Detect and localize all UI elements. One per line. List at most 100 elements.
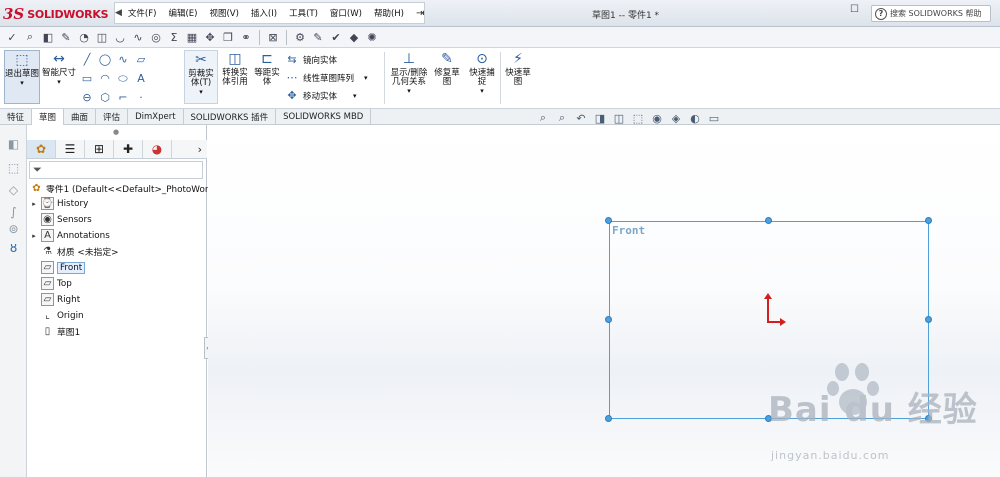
- tab-features[interactable]: 特征: [0, 109, 33, 125]
- menu-edit[interactable]: 编辑(E): [162, 7, 203, 19]
- dimension-icon[interactable]: ◎: [148, 29, 164, 45]
- zoom-to-fit-icon[interactable]: ⌕: [536, 111, 550, 125]
- fillet-icon[interactable]: ⌐: [114, 88, 132, 107]
- tab-sketch[interactable]: 草图: [32, 109, 65, 125]
- pin-menu-icon[interactable]: ⇥: [410, 8, 430, 19]
- help-search-box[interactable]: ? 搜索 SOLIDWORKS 帮助: [871, 5, 991, 22]
- menu-view[interactable]: 视图(V): [203, 7, 244, 19]
- check-sketch-icon[interactable]: ✎: [310, 29, 326, 45]
- arc-icon[interactable]: ◠: [96, 69, 114, 88]
- graphics-viewport[interactable]: ⌕ ⌕ ↶ ◨ ◫ ⬚ ◉ ◈ ◐ ▭ Front Bai du 经验 jing…: [208, 111, 1000, 477]
- section-view-icon[interactable]: ◨: [593, 111, 607, 125]
- slot-icon[interactable]: ⊖: [78, 88, 96, 107]
- color-icon[interactable]: ◆: [346, 29, 362, 45]
- sketch-tree-icon[interactable]: ȣ: [6, 240, 21, 255]
- ellipse-icon[interactable]: ⬭: [114, 69, 132, 88]
- tree-root[interactable]: ✿ 零件1 (Default<<Default>_PhotoWork: [30, 181, 213, 196]
- tree-filter[interactable]: ⏷: [29, 161, 203, 179]
- surface-icon[interactable]: ◇: [6, 182, 21, 197]
- ok-icon[interactable]: ✔: [328, 29, 344, 45]
- solid-body-icon[interactable]: ⬚: [6, 160, 21, 175]
- display-manager-tab-icon[interactable]: ◕: [143, 140, 172, 158]
- polygon-icon[interactable]: ⬡: [96, 88, 114, 107]
- tab-mbd[interactable]: SOLIDWORKS MBD: [276, 109, 372, 125]
- trim-entities-button[interactable]: ✂ 剪裁实体(T) ▾: [184, 50, 218, 104]
- display-style-icon[interactable]: ⬚: [631, 111, 645, 125]
- rapid-sketch-button[interactable]: ⚡ 快速草图: [503, 50, 533, 87]
- tab-dimxpert[interactable]: DimXpert: [128, 109, 184, 125]
- tree-item-history[interactable]: ▸ ⌚ History: [30, 196, 88, 211]
- layer-icon[interactable]: ▦: [184, 29, 200, 45]
- sketch-edit-icon[interactable]: ✎: [58, 29, 74, 45]
- menu-insert[interactable]: 插入(I): [245, 7, 283, 19]
- curve-icon[interactable]: ∫: [6, 204, 21, 219]
- zoom-to-area-icon[interactable]: ⌕: [555, 111, 569, 125]
- tree-item-sketch1[interactable]: ▯ 草图1: [30, 324, 80, 339]
- menu-collapse-icon[interactable]: ◀: [115, 8, 122, 18]
- circle-icon[interactable]: ◯: [96, 50, 114, 69]
- part-icon[interactable]: ◧: [6, 136, 21, 151]
- spline-icon[interactable]: ∿: [114, 50, 132, 69]
- expand-icon[interactable]: ▸: [30, 200, 38, 208]
- sketch-chamfer-icon[interactable]: ◫: [94, 29, 110, 45]
- curve-icon[interactable]: ◡: [112, 29, 128, 45]
- previous-view-icon[interactable]: ↶: [574, 111, 588, 125]
- tree-item-material[interactable]: ⚗ 材质 <未指定>: [30, 244, 119, 259]
- menu-tools[interactable]: 工具(T): [283, 7, 324, 19]
- move-entities-button[interactable]: ✥ 移动实体 ▾: [285, 89, 356, 102]
- tab-addins[interactable]: SOLIDWORKS 插件: [184, 109, 277, 125]
- smart-dimension-button[interactable]: ↔ 智能尺寸 ▾: [42, 50, 76, 87]
- tree-item-origin[interactable]: ⌞ Origin: [30, 308, 83, 323]
- menu-file[interactable]: 文件(F): [122, 7, 163, 19]
- panel-more-icon[interactable]: ›: [198, 143, 207, 156]
- sketch-point[interactable]: [605, 415, 612, 422]
- account-icon[interactable]: ☐: [850, 4, 862, 18]
- menu-window[interactable]: 窗口(W): [324, 7, 368, 19]
- view-settings-icon[interactable]: ▭: [707, 111, 721, 125]
- view-orientation-icon[interactable]: ◫: [612, 111, 626, 125]
- measure-icon[interactable]: ◔: [76, 29, 92, 45]
- tree-item-front-plane[interactable]: ▱ Front: [30, 260, 86, 275]
- rectangle-icon[interactable]: ▭: [78, 69, 96, 88]
- tab-evaluate[interactable]: 评估: [96, 109, 129, 125]
- display-relations-button[interactable]: ⊥ 显示/删除几何关系 ▾: [388, 50, 430, 96]
- feature-tree-tab-icon[interactable]: ✿: [27, 140, 56, 158]
- text-icon[interactable]: A: [132, 69, 150, 88]
- solidworks-logo[interactable]: 3S SOLIDWORKS: [3, 3, 115, 25]
- convert-entities-button[interactable]: ◫ 转换实体引用: [219, 50, 251, 87]
- panel-grip-icon[interactable]: ●: [113, 128, 119, 136]
- tab-surfaces[interactable]: 曲面: [64, 109, 97, 125]
- plane-icon[interactable]: ▱: [132, 50, 150, 69]
- tree-item-right-plane[interactable]: ▱ Right: [30, 292, 80, 307]
- hide-show-icon[interactable]: ◉: [650, 111, 664, 125]
- tree-item-sensors[interactable]: ◉ Sensors: [30, 212, 92, 227]
- menu-help[interactable]: 帮助(H): [368, 7, 410, 19]
- configuration-manager-tab-icon[interactable]: ⊞: [85, 140, 114, 158]
- sketch-face-icon[interactable]: ◧: [40, 29, 56, 45]
- property-manager-tab-icon[interactable]: ☰: [56, 140, 85, 158]
- edit-appearance-icon[interactable]: ◈: [669, 111, 683, 125]
- rebuild-icon[interactable]: ⚙: [292, 29, 308, 45]
- repair-sketch-button[interactable]: ✎ 修复草图: [432, 50, 462, 87]
- excel-icon[interactable]: ⊠: [265, 29, 281, 45]
- relation-icon[interactable]: ⚭: [238, 29, 254, 45]
- spell-check-icon[interactable]: ✓: [4, 29, 20, 45]
- sketch-point[interactable]: [765, 217, 772, 224]
- spline-icon[interactable]: ∿: [130, 29, 146, 45]
- sketch-point[interactable]: [925, 316, 932, 323]
- sheet-icon[interactable]: ⊚: [6, 221, 21, 236]
- sketch-point[interactable]: [925, 217, 932, 224]
- search-icon[interactable]: ⌕: [22, 29, 38, 45]
- sum-icon[interactable]: Σ: [166, 29, 182, 45]
- tree-item-top-plane[interactable]: ▱ Top: [30, 276, 72, 291]
- move-icon[interactable]: ✥: [202, 29, 218, 45]
- point-icon[interactable]: ·: [132, 88, 150, 107]
- apply-scene-icon[interactable]: ◐: [688, 111, 702, 125]
- offset-entities-button[interactable]: ⊏ 等距实体: [252, 50, 282, 87]
- tree-item-annotations[interactable]: ▸ A Annotations: [30, 228, 110, 243]
- mirror-entities-button[interactable]: ⇆ 镜向实体: [285, 53, 337, 66]
- sketch-point[interactable]: [605, 316, 612, 323]
- expand-icon[interactable]: ▸: [30, 232, 38, 240]
- line-icon[interactable]: ╱: [78, 50, 96, 69]
- sketch-point[interactable]: [605, 217, 612, 224]
